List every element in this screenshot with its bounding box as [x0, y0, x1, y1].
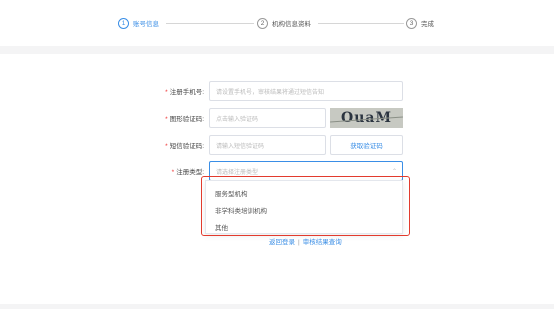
captcha-input[interactable]: 点击输入验证码: [209, 108, 326, 128]
step-account-info: 1 账号信息: [118, 17, 159, 29]
get-sms-code-button[interactable]: 获取验证码: [330, 135, 403, 155]
step-connector-2: [318, 23, 404, 24]
bottom-links: 返回登录 | 审核结果查询: [269, 236, 342, 246]
sms-code-input[interactable]: 请输入短信验证码: [209, 135, 326, 155]
chevron-up-icon: ⌃: [391, 169, 397, 175]
required-asterisk: *: [165, 116, 168, 123]
captcha-row: *图形验证码: 点击输入验证码 OuaM: [0, 108, 554, 128]
required-asterisk: *: [165, 143, 168, 150]
captcha-label: * 图形验证码:: [165, 116, 204, 123]
step-org-info: 2 机构信息资料: [257, 17, 311, 29]
highlight-box: [201, 176, 410, 236]
step-number-1: 1: [118, 17, 129, 29]
registration-type-placeholder: 请选择注册类型: [216, 169, 259, 176]
required-asterisk: *: [165, 89, 168, 96]
step-complete: 3 完成: [406, 17, 434, 29]
phone-label: * 注册手机号:: [165, 89, 204, 96]
back-to-login-link[interactable]: 返回登录: [269, 239, 295, 246]
step-label-3: 完成: [421, 21, 434, 28]
captcha-image[interactable]: OuaM: [330, 108, 403, 128]
step-number-2: 2: [257, 17, 268, 29]
phone-input[interactable]: 请设置手机号，审核结果将通过短信告知: [209, 81, 403, 101]
audit-result-query-link[interactable]: 审核结果查询: [303, 239, 342, 246]
link-separator: |: [298, 239, 300, 246]
phone-row: * 注册手机号: 请设置手机号，审核结果将通过短信告知: [0, 81, 554, 101]
step-label-1: 账号信息: [133, 21, 159, 28]
step-number-3: 3: [406, 17, 417, 29]
page-footer: [0, 304, 554, 309]
sms-row: * 短信验证码: 请输入短信验证码 获取验证码: [0, 135, 554, 155]
step-label-2: 机构信息资料: [272, 21, 311, 28]
step-connector-1: [166, 23, 254, 24]
sms-label: * 短信验证码:: [165, 143, 204, 150]
required-asterisk: *: [171, 169, 175, 176]
step-bar: 1 账号信息 2 机构信息资料 3 完成: [0, 0, 554, 46]
type-label: * 注册类型:: [171, 169, 204, 176]
